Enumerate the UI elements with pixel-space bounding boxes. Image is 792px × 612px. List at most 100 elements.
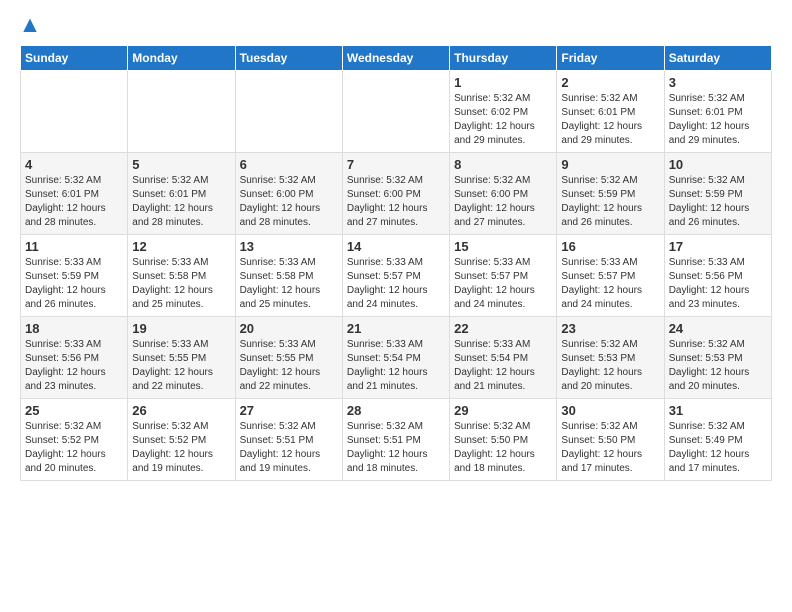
day-number: 19 <box>132 321 230 336</box>
day-number: 15 <box>454 239 552 254</box>
day-info: Sunrise: 5:33 AM Sunset: 5:56 PM Dayligh… <box>669 256 767 312</box>
day-cell <box>342 71 449 153</box>
day-info: Sunrise: 5:33 AM Sunset: 5:57 PM Dayligh… <box>454 256 552 312</box>
logo-icon <box>20 17 40 37</box>
day-number: 8 <box>454 157 552 172</box>
day-info: Sunrise: 5:32 AM Sunset: 5:51 PM Dayligh… <box>240 420 338 476</box>
day-number: 9 <box>561 157 659 172</box>
page-header <box>20 16 772 37</box>
day-info: Sunrise: 5:32 AM Sunset: 5:52 PM Dayligh… <box>25 420 123 476</box>
day-number: 18 <box>25 321 123 336</box>
day-cell: 29Sunrise: 5:32 AM Sunset: 5:50 PM Dayli… <box>450 399 557 481</box>
day-cell: 11Sunrise: 5:33 AM Sunset: 5:59 PM Dayli… <box>21 235 128 317</box>
col-header-friday: Friday <box>557 46 664 71</box>
col-header-monday: Monday <box>128 46 235 71</box>
day-info: Sunrise: 5:32 AM Sunset: 5:49 PM Dayligh… <box>669 420 767 476</box>
day-cell: 26Sunrise: 5:32 AM Sunset: 5:52 PM Dayli… <box>128 399 235 481</box>
day-number: 20 <box>240 321 338 336</box>
day-cell: 18Sunrise: 5:33 AM Sunset: 5:56 PM Dayli… <box>21 317 128 399</box>
day-info: Sunrise: 5:33 AM Sunset: 5:58 PM Dayligh… <box>132 256 230 312</box>
day-cell: 27 Sunrise: 5:32 AM Sunset: 5:51 PM Dayli… <box>235 399 342 481</box>
day-cell: 19 Sunrise: 5:33 AM Sunset: 5:55 PM Dayli… <box>128 317 235 399</box>
day-info: Sunrise: 5:32 AM Sunset: 5:59 PM Dayligh… <box>669 174 767 230</box>
col-header-tuesday: Tuesday <box>235 46 342 71</box>
day-info: Sunrise: 5:32 AM Sunset: 6:01 PM Dayligh… <box>25 174 123 230</box>
day-number: 12 <box>132 239 230 254</box>
day-cell: 31Sunrise: 5:32 AM Sunset: 5:49 PM Dayli… <box>664 399 771 481</box>
day-cell: 22 Sunrise: 5:33 AM Sunset: 5:54 PM Dayli… <box>450 317 557 399</box>
day-cell: 13Sunrise: 5:33 AM Sunset: 5:58 PM Dayli… <box>235 235 342 317</box>
day-info: Sunrise: 5:32 AM Sunset: 6:00 PM Dayligh… <box>454 174 552 230</box>
day-cell: 2 Sunrise: 5:32 AM Sunset: 6:01 PM Daylig… <box>557 71 664 153</box>
day-cell: 12 Sunrise: 5:33 AM Sunset: 5:58 PM Dayli… <box>128 235 235 317</box>
day-cell: 16 Sunrise: 5:33 AM Sunset: 5:57 PM Dayli… <box>557 235 664 317</box>
week-row-2: 4 Sunrise: 5:32 AM Sunset: 6:01 PM Daylig… <box>21 153 772 235</box>
day-info: Sunrise: 5:33 AM Sunset: 5:54 PM Dayligh… <box>347 338 445 394</box>
day-cell: 23 Sunrise: 5:32 AM Sunset: 5:53 PM Dayli… <box>557 317 664 399</box>
day-cell: 17 Sunrise: 5:33 AM Sunset: 5:56 PM Dayli… <box>664 235 771 317</box>
day-number: 24 <box>669 321 767 336</box>
day-info: Sunrise: 5:33 AM Sunset: 5:55 PM Dayligh… <box>240 338 338 394</box>
day-cell: 25 Sunrise: 5:32 AM Sunset: 5:52 PM Dayli… <box>21 399 128 481</box>
day-info: Sunrise: 5:32 AM Sunset: 5:53 PM Dayligh… <box>561 338 659 394</box>
day-info: Sunrise: 5:33 AM Sunset: 5:54 PM Dayligh… <box>454 338 552 394</box>
day-info: Sunrise: 5:32 AM Sunset: 6:00 PM Dayligh… <box>240 174 338 230</box>
week-row-5: 25 Sunrise: 5:32 AM Sunset: 5:52 PM Dayli… <box>21 399 772 481</box>
week-row-3: 11Sunrise: 5:33 AM Sunset: 5:59 PM Dayli… <box>21 235 772 317</box>
day-info: Sunrise: 5:32 AM Sunset: 5:50 PM Dayligh… <box>561 420 659 476</box>
calendar-table: SundayMondayTuesdayWednesdayThursdayFrid… <box>20 45 772 481</box>
day-number: 2 <box>561 75 659 90</box>
col-header-sunday: Sunday <box>21 46 128 71</box>
day-cell: 8 Sunrise: 5:32 AM Sunset: 6:00 PM Daylig… <box>450 153 557 235</box>
day-number: 23 <box>561 321 659 336</box>
day-cell: 3Sunrise: 5:32 AM Sunset: 6:01 PM Daylig… <box>664 71 771 153</box>
day-cell: 14Sunrise: 5:33 AM Sunset: 5:57 PM Dayli… <box>342 235 449 317</box>
day-cell: 6 Sunrise: 5:32 AM Sunset: 6:00 PM Daylig… <box>235 153 342 235</box>
day-cell <box>21 71 128 153</box>
week-row-1: 1Sunrise: 5:32 AM Sunset: 6:02 PM Daylig… <box>21 71 772 153</box>
day-info: Sunrise: 5:32 AM Sunset: 5:59 PM Dayligh… <box>561 174 659 230</box>
day-info: Sunrise: 5:32 AM Sunset: 6:00 PM Dayligh… <box>347 174 445 230</box>
day-number: 13 <box>240 239 338 254</box>
day-cell: 7 Sunrise: 5:32 AM Sunset: 6:00 PM Daylig… <box>342 153 449 235</box>
day-number: 21 <box>347 321 445 336</box>
day-number: 27 <box>240 403 338 418</box>
day-info: Sunrise: 5:32 AM Sunset: 5:50 PM Dayligh… <box>454 420 552 476</box>
day-number: 5 <box>132 157 230 172</box>
day-info: Sunrise: 5:32 AM Sunset: 6:01 PM Dayligh… <box>561 92 659 148</box>
day-info: Sunrise: 5:33 AM Sunset: 5:55 PM Dayligh… <box>132 338 230 394</box>
day-info: Sunrise: 5:32 AM Sunset: 5:51 PM Dayligh… <box>347 420 445 476</box>
day-cell <box>128 71 235 153</box>
day-number: 3 <box>669 75 767 90</box>
day-cell: 4 Sunrise: 5:32 AM Sunset: 6:01 PM Daylig… <box>21 153 128 235</box>
day-cell: 15 Sunrise: 5:33 AM Sunset: 5:57 PM Dayli… <box>450 235 557 317</box>
day-number: 4 <box>25 157 123 172</box>
day-info: Sunrise: 5:32 AM Sunset: 6:01 PM Dayligh… <box>132 174 230 230</box>
day-info: Sunrise: 5:32 AM Sunset: 5:53 PM Dayligh… <box>669 338 767 394</box>
col-header-wednesday: Wednesday <box>342 46 449 71</box>
day-number: 6 <box>240 157 338 172</box>
day-cell: 28 Sunrise: 5:32 AM Sunset: 5:51 PM Dayli… <box>342 399 449 481</box>
col-header-thursday: Thursday <box>450 46 557 71</box>
day-number: 28 <box>347 403 445 418</box>
logo <box>20 16 44 37</box>
day-cell: 30 Sunrise: 5:32 AM Sunset: 5:50 PM Dayli… <box>557 399 664 481</box>
day-number: 22 <box>454 321 552 336</box>
day-info: Sunrise: 5:33 AM Sunset: 5:57 PM Dayligh… <box>561 256 659 312</box>
day-number: 11 <box>25 239 123 254</box>
day-cell: 24 Sunrise: 5:32 AM Sunset: 5:53 PM Dayli… <box>664 317 771 399</box>
header-row: SundayMondayTuesdayWednesdayThursdayFrid… <box>21 46 772 71</box>
day-cell: 9 Sunrise: 5:32 AM Sunset: 5:59 PM Daylig… <box>557 153 664 235</box>
day-cell: 20 Sunrise: 5:33 AM Sunset: 5:55 PM Dayli… <box>235 317 342 399</box>
day-number: 16 <box>561 239 659 254</box>
day-info: Sunrise: 5:33 AM Sunset: 5:57 PM Dayligh… <box>347 256 445 312</box>
week-row-4: 18Sunrise: 5:33 AM Sunset: 5:56 PM Dayli… <box>21 317 772 399</box>
day-cell: 5 Sunrise: 5:32 AM Sunset: 6:01 PM Daylig… <box>128 153 235 235</box>
day-number: 30 <box>561 403 659 418</box>
day-number: 7 <box>347 157 445 172</box>
day-cell <box>235 71 342 153</box>
day-number: 25 <box>25 403 123 418</box>
day-number: 17 <box>669 239 767 254</box>
day-info: Sunrise: 5:32 AM Sunset: 6:02 PM Dayligh… <box>454 92 552 148</box>
day-cell: 1Sunrise: 5:32 AM Sunset: 6:02 PM Daylig… <box>450 71 557 153</box>
